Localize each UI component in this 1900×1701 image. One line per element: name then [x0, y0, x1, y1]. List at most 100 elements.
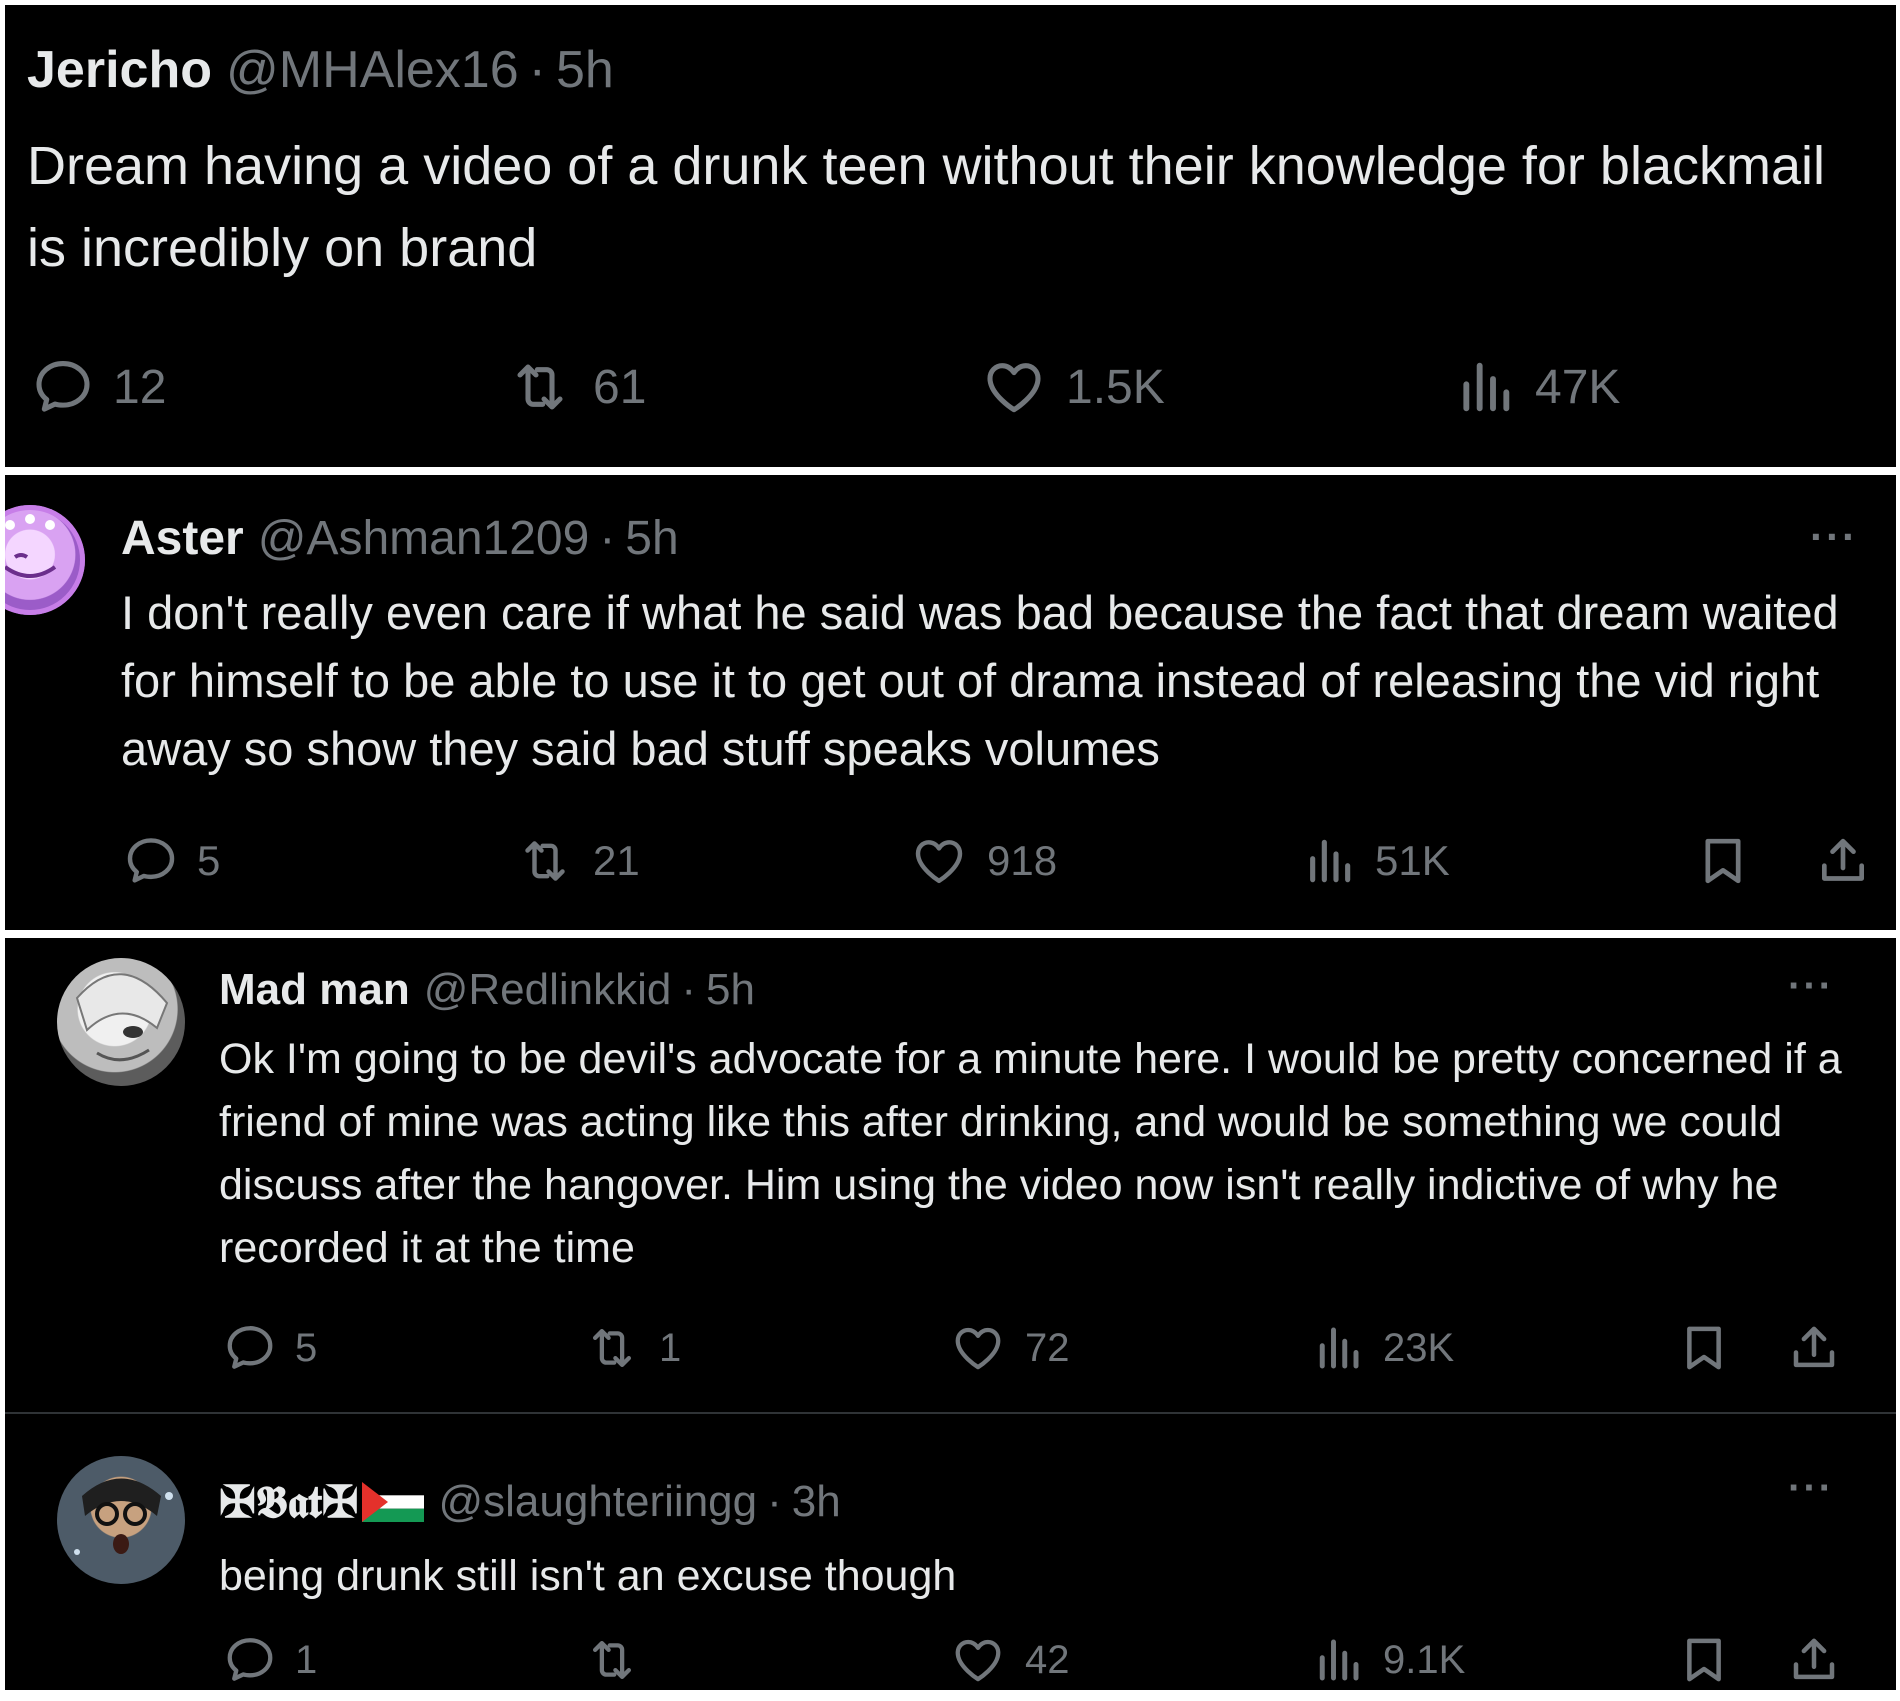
repost-icon — [583, 1321, 641, 1375]
views-count: 47K — [1535, 360, 1621, 414]
heart-icon — [909, 833, 969, 889]
reply-icon — [31, 355, 95, 419]
tweet-timestamp[interactable]: 5h — [556, 40, 614, 100]
bookmark-button[interactable] — [1695, 833, 1751, 889]
repost-count: 21 — [593, 837, 640, 884]
author-handle[interactable]: @MHAlex16 — [226, 40, 519, 100]
author-name[interactable]: Jericho — [27, 40, 212, 100]
avatar[interactable] — [57, 1456, 185, 1584]
reply-icon — [223, 1321, 277, 1375]
share-icon — [1815, 833, 1871, 889]
tweet-text: Dream having a video of a drunk teen wit… — [27, 136, 1825, 278]
share-icon — [1787, 1633, 1841, 1687]
views-icon — [1301, 833, 1357, 889]
avatar-image — [75, 973, 169, 1062]
tweet-header: Aster @Ashman1209 · 5h — [121, 505, 679, 571]
reply-icon — [123, 833, 179, 889]
header-separator: · — [681, 965, 697, 1014]
like-button[interactable]: 1.5K — [980, 355, 1165, 419]
heart-icon — [949, 1321, 1007, 1375]
reply-button[interactable]: 5 — [223, 1321, 317, 1375]
views-button[interactable]: 47K — [1453, 355, 1620, 419]
views-count: 9.1K — [1383, 1637, 1466, 1682]
like-count: 1.5K — [1066, 360, 1165, 414]
tweet-text: being drunk still isn't an excuse though — [219, 1552, 957, 1600]
reply-count: 1 — [295, 1637, 318, 1682]
repost-button[interactable]: 1 — [583, 1321, 681, 1375]
views-button[interactable]: 23K — [1311, 1321, 1454, 1375]
reply-button[interactable]: 12 — [31, 355, 166, 419]
avatar-image — [74, 1478, 173, 1555]
share-icon — [1787, 1321, 1841, 1375]
tweet-timestamp[interactable]: 5h — [706, 965, 755, 1015]
heart-icon — [949, 1633, 1007, 1687]
tweet-divider — [5, 1412, 1896, 1414]
views-icon — [1311, 1321, 1365, 1375]
views-count: 23K — [1383, 1325, 1455, 1370]
repost-button[interactable]: 21 — [515, 833, 640, 889]
author-handle[interactable]: @Ashman1209 — [258, 511, 590, 566]
like-button[interactable]: 72 — [949, 1321, 1070, 1375]
repost-button[interactable]: 61 — [505, 355, 646, 419]
share-button[interactable] — [1787, 1633, 1841, 1687]
action-bar: 5 1 72 23K — [5, 1321, 1896, 1381]
views-count: 51K — [1375, 837, 1450, 884]
reply-count: 5 — [295, 1325, 318, 1370]
heart-icon — [980, 355, 1048, 419]
header-separator: · — [599, 511, 616, 565]
share-button[interactable] — [1815, 833, 1871, 889]
repost-icon — [515, 833, 575, 889]
reply-button[interactable]: 1 — [223, 1633, 317, 1687]
tweet-header: Mad man @Redlinkkid · 5h — [219, 958, 755, 1022]
bookmark-button[interactable] — [1677, 1633, 1731, 1687]
repost-count: 1 — [659, 1325, 682, 1370]
reply-count: 12 — [113, 360, 167, 414]
action-bar: 12 61 1.5K 47K — [5, 355, 1896, 415]
tweet-timestamp[interactable]: 5h — [625, 511, 678, 566]
views-button[interactable]: 51K — [1301, 833, 1450, 889]
share-button[interactable] — [1787, 1321, 1841, 1375]
more-options-button[interactable]: ··· — [1788, 1466, 1834, 1511]
repost-button[interactable] — [583, 1633, 659, 1687]
like-button[interactable]: 918 — [909, 833, 1057, 889]
tweet-panel-thread: Mad man @Redlinkkid · 5h ··· Ok I'm goin… — [5, 938, 1896, 1690]
bookmark-icon — [1695, 833, 1751, 889]
tweet-timestamp[interactable]: 3h — [792, 1477, 841, 1527]
repost-icon — [583, 1633, 641, 1687]
tweet-header: ✠𝕭𝖆𝖙✠ @slaughteriingg · 3h — [219, 1470, 841, 1534]
like-count: 72 — [1025, 1325, 1070, 1370]
views-button[interactable]: 9.1K — [1311, 1633, 1465, 1687]
tweet-panel-aster: Aster @Ashman1209 · 5h ··· I don't reall… — [5, 475, 1896, 930]
like-count: 42 — [1025, 1637, 1070, 1682]
bookmark-icon — [1677, 1633, 1731, 1687]
bookmark-icon — [1677, 1321, 1731, 1375]
like-button[interactable]: 42 — [949, 1633, 1070, 1687]
bookmark-button[interactable] — [1677, 1321, 1731, 1375]
views-icon — [1311, 1633, 1365, 1687]
palestine-flag-icon — [362, 1482, 425, 1522]
like-count: 918 — [987, 837, 1058, 884]
author-name[interactable]: Mad man — [219, 965, 410, 1015]
reply-count: 5 — [197, 837, 221, 884]
avatar[interactable] — [5, 505, 85, 615]
author-handle[interactable]: @Redlinkkid — [424, 965, 672, 1015]
tweet-text: Ok I'm going to be devil's advocate for … — [219, 1035, 1842, 1272]
header-separator: · — [528, 41, 546, 99]
views-icon — [1453, 355, 1517, 419]
author-name[interactable]: ✠𝕭𝖆𝖙✠ — [219, 1477, 358, 1528]
more-options-button[interactable]: ··· — [1810, 513, 1858, 561]
repost-icon — [505, 355, 575, 419]
tweet-panel-jericho: Jericho @MHAlex16 · 5h Dream having a vi… — [5, 5, 1896, 467]
reply-icon — [223, 1633, 277, 1687]
tweet-header: Jericho @MHAlex16 · 5h — [27, 35, 614, 105]
author-name[interactable]: Aster — [121, 511, 244, 566]
reply-button[interactable]: 5 — [123, 833, 220, 889]
avatar[interactable] — [57, 958, 185, 1086]
action-bar: 5 21 918 51K — [5, 833, 1896, 893]
action-bar: 1 42 9.1K — [5, 1633, 1896, 1690]
avatar-image — [5, 505, 85, 615]
more-options-button[interactable]: ··· — [1788, 964, 1834, 1009]
repost-count: 61 — [593, 360, 647, 414]
author-handle[interactable]: @slaughteriingg — [438, 1477, 757, 1527]
header-separator: · — [767, 1477, 782, 1526]
